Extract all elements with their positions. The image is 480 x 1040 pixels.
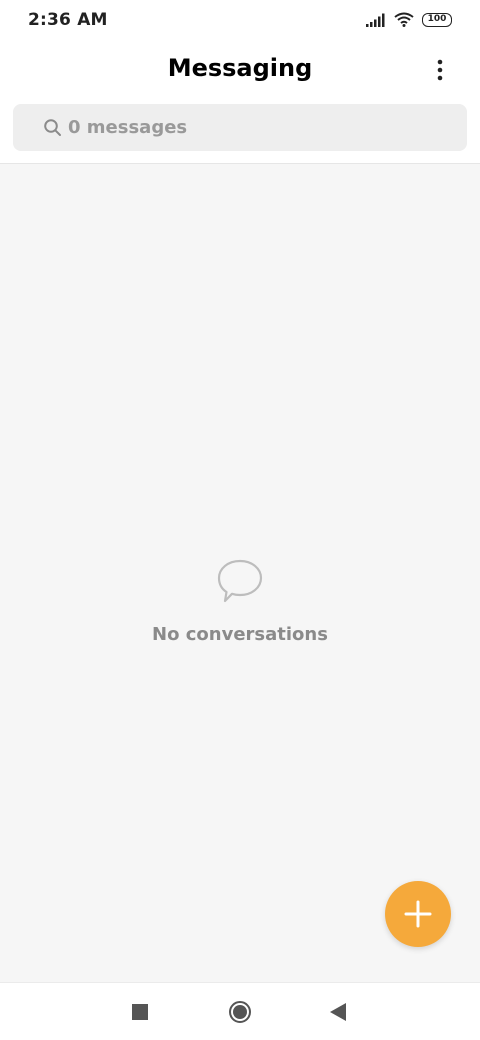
search-icon [44, 119, 61, 136]
battery-icon: 100 [422, 12, 452, 27]
back-triangle-icon [330, 1003, 346, 1021]
recents-square-icon [132, 1004, 148, 1020]
back-button[interactable] [323, 997, 353, 1027]
search-placeholder: 0 messages [68, 117, 188, 138]
battery-level: 100 [427, 14, 447, 24]
more-vert-icon [437, 59, 443, 81]
status-bar: 2:36 AM 100 [0, 0, 480, 44]
page-title: Messaging [167, 54, 313, 82]
plus-icon [404, 900, 432, 928]
home-button[interactable] [225, 997, 255, 1027]
more-options-button[interactable] [424, 54, 456, 86]
new-conversation-button[interactable] [385, 881, 451, 947]
wifi-icon [394, 12, 414, 27]
status-icons: 100 [366, 12, 452, 27]
status-time: 2:36 AM [28, 10, 108, 30]
recents-button[interactable] [125, 997, 155, 1027]
search-input[interactable]: 0 messages [13, 104, 467, 151]
signal-icon [366, 13, 385, 27]
system-nav-bar [0, 982, 480, 1040]
empty-state-text: No conversations [152, 624, 328, 645]
home-circle-icon [229, 1001, 251, 1023]
chat-bubble-icon [217, 559, 263, 603]
conversation-list: No conversations [0, 164, 480, 982]
app-header: Messaging [0, 44, 480, 98]
